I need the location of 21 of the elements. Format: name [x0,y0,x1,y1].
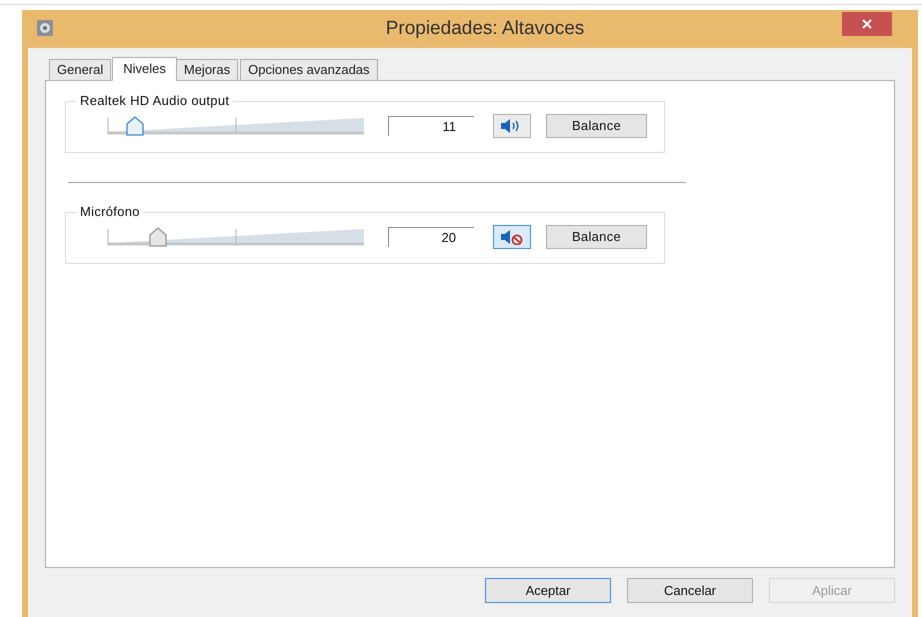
tab[interactable]: General [49,59,112,80]
window-title: Propiedades: Altavoces [386,16,584,41]
speaker-button[interactable] [493,114,531,138]
dialog-button[interactable]: Aceptar [485,578,611,603]
tab[interactable]: Niveles [112,57,177,81]
volume-slider[interactable] [106,225,366,249]
tab[interactable]: Mejoras [176,59,238,80]
balance-button[interactable]: Balance [546,225,647,249]
balance-button[interactable]: Balance [546,114,647,138]
close-icon [861,18,873,30]
level-field[interactable]: 20 [388,227,474,247]
tab[interactable]: Opciones avanzadas [240,59,378,80]
muted-speaker-icon [500,229,524,245]
slider-thumb[interactable] [126,116,144,136]
volume-slider[interactable] [106,114,366,138]
level-field[interactable]: 11 [388,116,474,136]
muted-speaker-button[interactable] [493,225,531,249]
slider-thumb[interactable] [149,227,168,247]
close-button[interactable] [842,12,892,36]
dialog-button[interactable]: Cancelar [627,578,753,603]
speaker-properties-icon [36,19,54,37]
